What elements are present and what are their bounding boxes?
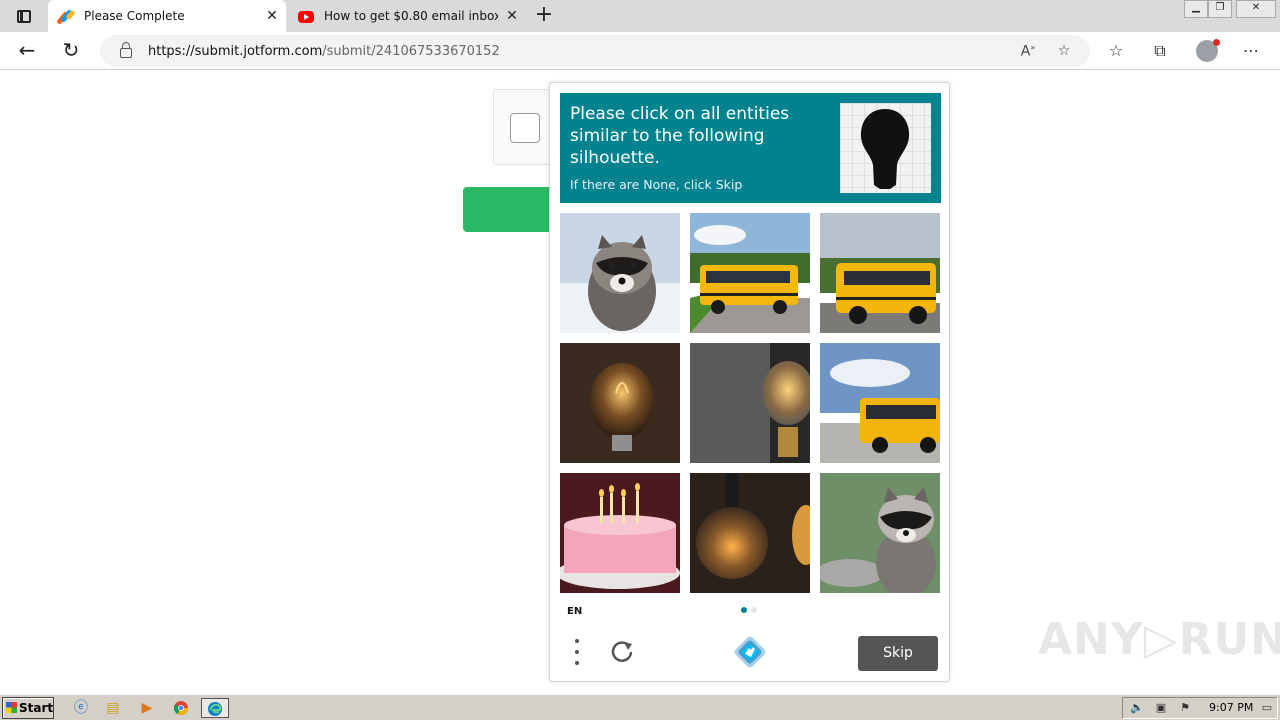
tab-youtube[interactable]: How to get $0.80 email inboxes fo ✕ [288, 0, 526, 32]
restore-button[interactable]: ❐ [1208, 0, 1232, 18]
captcha-checkbox-card [493, 89, 553, 165]
url-path: /submit/241067533670152 [322, 43, 500, 59]
submit-button[interactable] [463, 187, 553, 232]
more-menu-icon[interactable]: ⋯ [1240, 40, 1262, 62]
collections-icon[interactable]: ⧉ [1149, 40, 1171, 62]
address-toolbar: ← ↻ https://submit.jotform.com/submit/24… [0, 32, 1280, 70]
skip-button[interactable]: Skip [858, 636, 938, 671]
show-desktop-icon[interactable]: ▭ [1259, 701, 1275, 715]
grid-cell-school-bus[interactable] [690, 213, 810, 333]
challenge-prompt: Please click on all entities similar to … [560, 93, 941, 203]
school-bus-image [820, 343, 940, 463]
media-player-icon[interactable]: ▶ [136, 698, 158, 718]
reload-icon[interactable]: ↻ [58, 38, 84, 64]
grid-cell-school-bus[interactable] [820, 213, 940, 333]
ie-icon[interactable]: ⓔ [70, 698, 92, 718]
grid-cell-light-bulb[interactable] [690, 473, 810, 593]
lock-icon [120, 42, 132, 58]
youtube-favicon-icon [298, 11, 314, 23]
edge-icon[interactable] [201, 698, 229, 718]
start-label: Start [19, 701, 54, 715]
read-aloud-glyph: A [1020, 43, 1031, 60]
network-icon[interactable]: ▣ [1153, 701, 1169, 715]
language-selector[interactable]: EN [567, 606, 582, 617]
image-grid [560, 213, 941, 594]
page-dot [751, 607, 757, 613]
close-window-button[interactable]: ✕ [1236, 0, 1276, 18]
tab-close-icon[interactable]: ✕ [258, 8, 286, 24]
back-icon[interactable]: ← [14, 38, 40, 64]
tab-title: Please Complete [84, 9, 185, 23]
url-host: https://submit.jotform.com [148, 43, 323, 59]
flag-icon[interactable]: ⚑ [1177, 701, 1193, 715]
tab-actions-icon [17, 9, 31, 23]
page-dot-current [741, 607, 747, 613]
tab-actions-button[interactable] [10, 6, 38, 26]
grid-cell-raccoon[interactable] [560, 213, 680, 333]
light-bulb-image [690, 343, 810, 463]
taskbar-clock: 9:07 PM [1209, 701, 1254, 714]
jotform-favicon-icon [56, 8, 76, 25]
volume-icon[interactable]: 🔈 [1129, 701, 1145, 715]
start-button[interactable]: Start [2, 697, 54, 719]
profile-avatar[interactable] [1196, 39, 1220, 62]
windows-flag-icon [6, 702, 17, 713]
tab-title: How to get $0.80 email inboxes fo [324, 9, 498, 23]
folder-icon[interactable]: ▤ [102, 698, 124, 718]
chrome-icon[interactable] [170, 698, 192, 718]
light-bulb-image [560, 343, 680, 463]
address-field[interactable]: https://submit.jotform.com/submit/241067… [100, 35, 1090, 67]
grid-cell-school-bus[interactable] [820, 343, 940, 463]
prompt-text: Please click on all entities similar to … [570, 104, 790, 168]
silhouette-example [840, 103, 931, 193]
prompt-hint: If there are None, click Skip [570, 177, 743, 192]
page-indicator [741, 607, 757, 613]
captcha-checkbox[interactable] [510, 113, 540, 143]
grid-cell-raccoon[interactable] [820, 473, 940, 593]
grid-cell-birthday-cake[interactable] [560, 473, 680, 593]
hcaptcha-challenge: Please click on all entities similar to … [549, 82, 950, 682]
tab-strip: Please Complete ✕ How to get $0.80 email… [0, 0, 1280, 32]
favorites-icon[interactable]: ☆ [1105, 40, 1127, 62]
tab-close-icon[interactable]: ✕ [498, 8, 526, 24]
url-text: https://submit.jotform.com/submit/241067… [148, 44, 500, 59]
hcaptcha-logo-icon [734, 636, 766, 668]
grid-cell-light-bulb[interactable] [560, 343, 680, 463]
grid-cell-light-bulb[interactable] [690, 343, 810, 463]
new-tab-icon[interactable]: + [532, 4, 556, 28]
minimize-button[interactable]: ▁ [1184, 0, 1208, 18]
taskbar: Start ⓔ ▤ ▶ 🔈 ▣ ⚑ 9:07 PM ▭ [0, 694, 1280, 720]
watermark-logo: ANY▷RUN [1038, 614, 1280, 665]
raccoon-image [560, 213, 680, 333]
read-aloud-superscript: » [1030, 43, 1036, 52]
lightbulb-silhouette-icon [860, 109, 910, 189]
school-bus-image [820, 213, 940, 333]
light-bulb-image [690, 473, 810, 593]
tab-please-complete[interactable]: Please Complete ✕ [48, 0, 286, 32]
add-favorite-icon[interactable]: ☆ [1054, 43, 1074, 63]
school-bus-image [690, 213, 810, 333]
birthday-cake-image [560, 473, 680, 593]
captcha-menu-icon[interactable] [570, 639, 584, 665]
raccoon-image [820, 473, 940, 593]
captcha-refresh-icon[interactable] [610, 640, 634, 664]
read-aloud-icon[interactable]: A» [1018, 43, 1038, 63]
system-tray: 🔈 ▣ ⚑ 9:07 PM ▭ [1122, 697, 1278, 719]
